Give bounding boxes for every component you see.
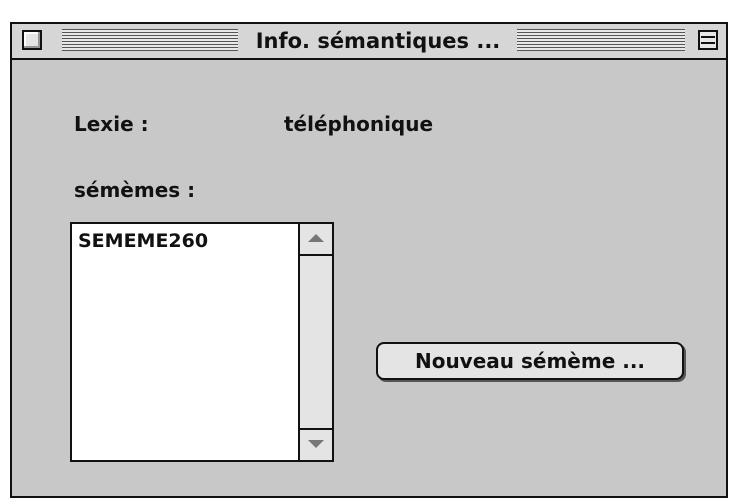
- window-title: Info. sémantiques ...: [242, 27, 514, 55]
- scroll-down-arrow-icon: [308, 440, 324, 448]
- list-item[interactable]: SEMEME260: [78, 230, 208, 252]
- new-sememe-button[interactable]: Nouveau sémème ...: [376, 342, 684, 380]
- sememes-list-area[interactable]: SEMEME260: [72, 224, 298, 460]
- title-stripes-left: [62, 29, 238, 51]
- window-content: Lexie : téléphonique sémèmes : SEMEME260…: [18, 68, 716, 488]
- scroll-up-arrow-icon: [308, 234, 324, 242]
- sememes-label: sémèmes :: [74, 178, 196, 202]
- scroll-down-button[interactable]: [300, 428, 332, 460]
- zoom-box-icon[interactable]: [698, 30, 718, 50]
- scroll-up-button[interactable]: [300, 224, 332, 256]
- lexie-label: Lexie :: [74, 112, 149, 136]
- lexie-value: téléphonique: [284, 112, 434, 136]
- info-semantiques-window: Info. sémantiques ... Lexie : téléphoniq…: [10, 22, 728, 498]
- sememes-scrollbar[interactable]: [298, 224, 332, 460]
- sememes-list[interactable]: SEMEME260: [70, 222, 334, 462]
- title-stripes-right: [517, 29, 685, 51]
- close-box-icon[interactable]: [22, 30, 42, 50]
- title-bar[interactable]: Info. sémantiques ...: [12, 24, 726, 60]
